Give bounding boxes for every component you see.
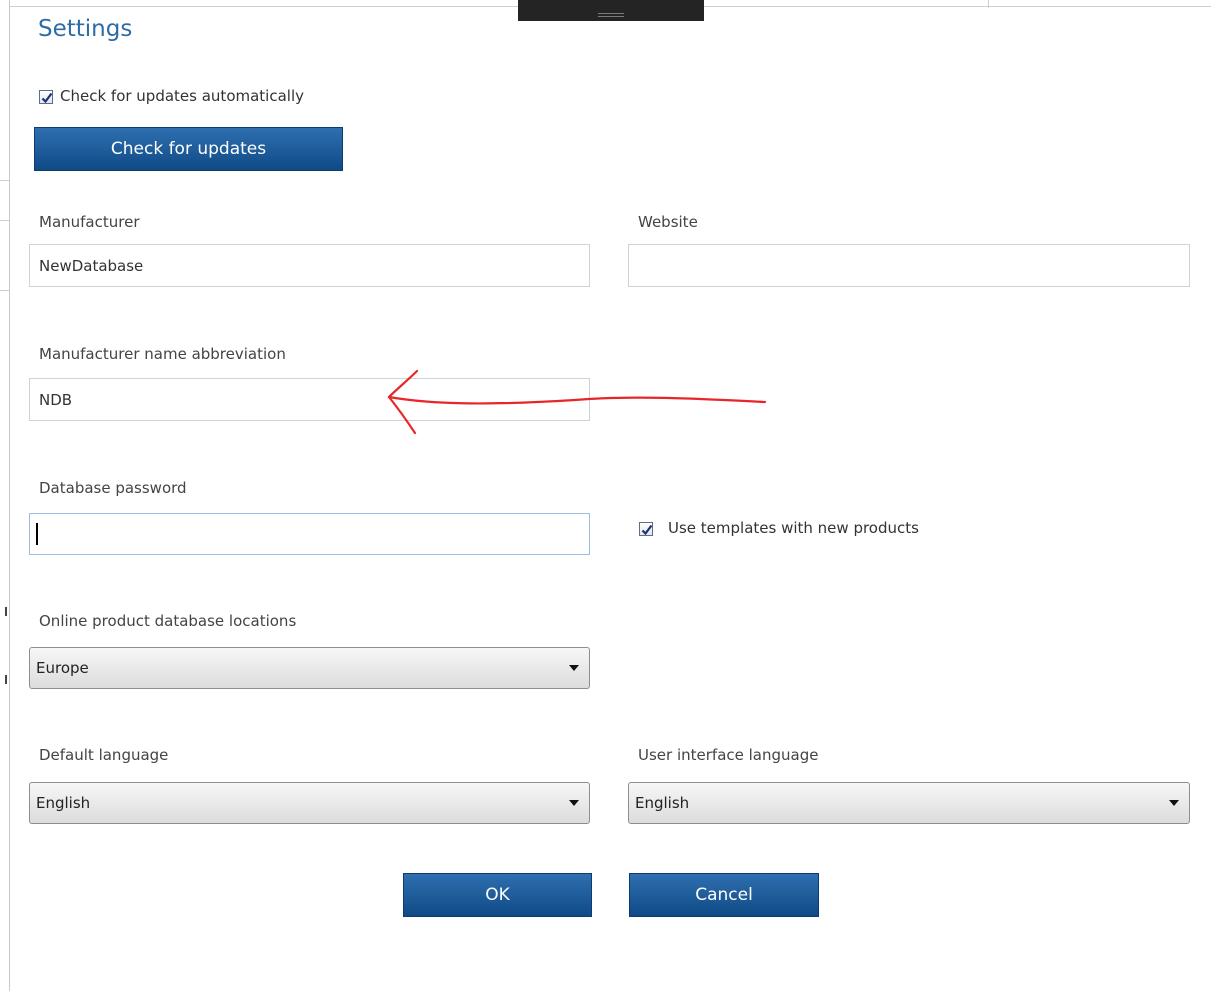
triangle-down-icon xyxy=(569,800,579,806)
window-edge-mark xyxy=(988,0,989,8)
abbreviation-label: Manufacturer name abbreviation xyxy=(39,345,286,363)
manufacturer-input[interactable]: NewDatabase xyxy=(29,244,590,287)
grip-line xyxy=(598,13,624,14)
cancel-button[interactable]: Cancel xyxy=(629,873,819,917)
checkmark-icon xyxy=(641,524,653,536)
default-language-selected-value: English xyxy=(36,794,91,812)
ui-language-selected-value: English xyxy=(635,794,690,812)
window-edge-mark xyxy=(0,220,9,221)
auto-update-checkbox[interactable] xyxy=(39,90,53,104)
triangle-down-icon xyxy=(569,665,579,671)
red-arrow-annotation xyxy=(387,369,767,435)
manufacturer-label: Manufacturer xyxy=(39,213,140,231)
website-input[interactable] xyxy=(628,244,1190,287)
check-for-updates-button[interactable]: Check for updates xyxy=(34,127,343,171)
use-templates-label: Use templates with new products xyxy=(668,519,919,537)
dialog-title: Settings xyxy=(38,16,133,42)
settings-dialog: Settings Check for updates automatically… xyxy=(0,0,1211,991)
window-edge-mark xyxy=(5,607,7,616)
window-edge-mark xyxy=(0,290,9,291)
password-label: Database password xyxy=(39,479,187,497)
checkmark-icon xyxy=(41,92,53,104)
default-language-select[interactable]: English xyxy=(29,782,590,824)
locations-selected-value: Europe xyxy=(36,659,89,677)
text-cursor xyxy=(36,523,38,545)
dialog-left-border xyxy=(9,0,10,991)
website-label: Website xyxy=(638,213,698,231)
drag-handle[interactable] xyxy=(518,0,704,21)
password-input[interactable] xyxy=(29,513,590,555)
locations-label: Online product database locations xyxy=(39,612,297,630)
window-edge-mark xyxy=(5,675,7,684)
locations-select[interactable]: Europe xyxy=(29,647,590,689)
auto-update-label: Check for updates automatically xyxy=(60,87,304,105)
triangle-down-icon xyxy=(1169,800,1179,806)
use-templates-checkbox[interactable] xyxy=(639,522,653,536)
ok-button[interactable]: OK xyxy=(403,873,592,917)
default-language-label: Default language xyxy=(39,746,169,764)
grip-line xyxy=(598,16,624,17)
window-edge-mark xyxy=(0,180,9,181)
ui-language-label: User interface language xyxy=(638,746,819,764)
ui-language-select[interactable]: English xyxy=(628,782,1190,824)
